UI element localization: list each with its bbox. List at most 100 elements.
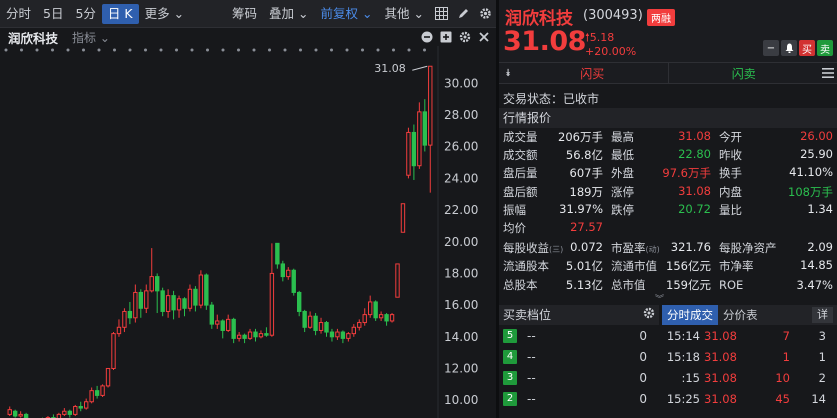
quote-label: 成交额 [503,148,538,163]
candle-body [220,320,225,331]
candle-body [378,314,384,319]
marker-dot [159,48,163,52]
candle [269,243,275,337]
alert-bell-icon[interactable] [781,40,797,56]
tab-5day[interactable]: 5日 [37,4,69,24]
candle-body [18,413,23,417]
quote-sub-label: (动) [645,245,660,255]
minimize-icon[interactable] [420,30,433,43]
candle-body [411,131,417,167]
quote-value: 2.09 [807,240,833,255]
y-tick-label: 18.00 [444,266,478,280]
quote-value: 156亿元 [666,259,711,274]
quote-cell: 盘后量 607手 [499,165,607,181]
level-volume: 0 [639,391,647,406]
candle-body [56,413,62,418]
candle [23,412,29,418]
trade-details: 分时成交 分价表 详 15:14 31.08 7 3 15:18 31.08 1 1:15 31… [662,305,837,418]
menu-icon[interactable] [819,63,837,83]
adjust-dropdown[interactable]: 前复权 ⌄ [315,4,379,24]
marker-dot [97,48,101,52]
overlay-dropdown[interactable]: 叠加 ⌄ [263,4,314,24]
expand-icon[interactable]: ︾ [655,292,664,305]
chart-toolbar: 分时 5日 5分 日 K 更多 ⌄ 筹码 叠加 ⌄ 前复权 ⌄ 其他 ⌄ [0,0,496,28]
quote-row: 流通股本 5.01亿 流通市值 156亿元 市净率 14.85 [499,257,837,275]
candle [73,404,78,416]
collapse-icon[interactable]: ⯯ [499,63,517,83]
candle [198,270,204,309]
settings-icon[interactable] [476,5,494,23]
candle-body [318,322,324,331]
marker-dot [283,48,287,52]
order-level-row[interactable]: 3 -- 0 [499,367,659,388]
candle [127,301,133,325]
quote-cell: 每股净资产 2.09 [715,240,837,256]
marker-dot [392,48,395,52]
trade-price: 31.08 [704,391,737,406]
quote-label: 流通股本 [503,259,549,274]
quote-label: 换手 [719,166,742,181]
y-tick-label: 30.00 [444,76,478,90]
buy-button[interactable]: 买 [799,40,815,56]
other-dropdown[interactable]: 其他 ⌄ [379,4,430,24]
candle-body [384,314,389,322]
candle [313,313,318,336]
tab-daily-k[interactable]: 日 K [101,3,139,24]
add-icon[interactable] [439,30,452,43]
quote-value: 22.80 [678,147,711,162]
candle [209,301,215,329]
candle [83,398,89,410]
candle [111,332,116,371]
order-level-row[interactable]: 5 -- 0 [499,325,659,346]
y-tick-label: 12.00 [444,361,478,375]
tab-tick-trades[interactable]: 分时成交 [662,305,718,325]
quote-value: 41.10% [789,165,833,180]
level-price: -- [527,349,536,364]
indicator-dropdown[interactable]: 指标 ⌄ [72,29,110,46]
trade-price: 31.08 [704,328,737,343]
candle-body [269,272,275,336]
candle [389,313,395,323]
chips-button[interactable]: 筹码 [226,4,263,24]
candle-body [182,298,187,309]
draw-pen-icon[interactable] [454,5,472,23]
candle [193,286,198,312]
candle [384,313,389,326]
y-tick-label: 24.00 [444,171,478,185]
gear-icon[interactable] [458,30,471,43]
marker-dot [361,48,364,52]
marker-dot [35,48,39,52]
candle [329,328,335,342]
quote-label: 外盘 [611,166,634,181]
flash-sell-button[interactable]: 闪卖 [669,63,820,83]
trade-price: 31.08 [704,349,737,364]
marker-dot [376,48,380,52]
candle [296,290,302,317]
tab-price-table[interactable]: 分价表 [718,305,763,325]
last-price: 31.08 [503,26,586,57]
close-icon[interactable] [477,30,490,43]
candle [182,297,187,317]
candle-body [335,331,340,338]
gear-icon[interactable] [643,305,655,325]
order-level-row[interactable]: 4 -- 0 [499,346,659,367]
remove-watch-icon[interactable]: − [763,40,779,56]
quote-value: 3.47% [796,277,833,292]
flash-buy-button[interactable]: 闪买 [517,63,669,83]
candle-body [62,410,67,415]
overlay-label: 叠加 [269,5,295,21]
more-dropdown[interactable]: 更多 ⌄ [139,4,190,24]
quote-value: 56.8亿 [565,148,603,163]
tab-5min[interactable]: 5分 [69,4,101,24]
sell-button[interactable]: 卖 [817,40,833,56]
tab-intraday[interactable]: 分时 [0,4,37,24]
candle-body [395,263,400,298]
candle [280,260,286,282]
marker-dot [299,48,302,52]
grid-icon[interactable] [432,5,450,23]
detail-button[interactable]: 详 [812,307,833,323]
marker-dot [113,48,116,52]
kline-chart[interactable]: 30.00 28.00 26.00 24.00 22.00 20.00 18.00 16.00… [0,46,496,418]
candle-body [291,269,296,293]
order-level-row[interactable]: 2 -- 0 [499,388,659,409]
